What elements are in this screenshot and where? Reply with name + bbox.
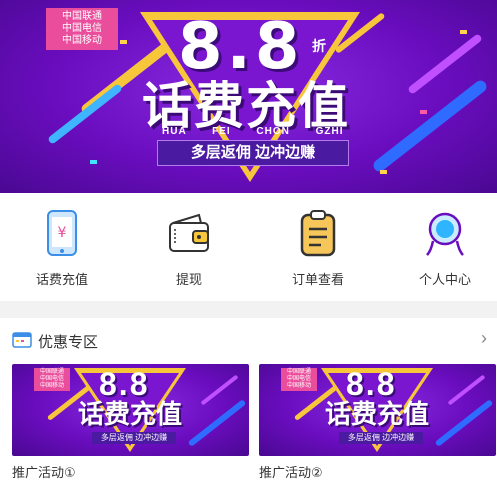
banner-slogan: 多层返佣 边冲边赚	[157, 140, 349, 166]
banner-headline: 话费充值	[78, 399, 183, 429]
decor-stripe	[447, 374, 486, 406]
carrier-badge: 中国联通 中国电信 中国移动	[46, 8, 118, 50]
wallet-icon	[165, 209, 213, 257]
quick-action-recharge[interactable]: ¥ 话费充值	[12, 209, 112, 288]
quick-action-label: 话费充值	[35, 272, 88, 287]
carrier-name: 中国移动	[286, 383, 311, 389]
carrier-name: 中国联通	[62, 11, 102, 22]
banner-pinyin: HUA FEI CHON GZHI	[162, 126, 344, 137]
phone-recharge-icon: ¥	[38, 209, 86, 257]
svg-text:¥: ¥	[58, 225, 67, 241]
carrier-name: 中国联通	[286, 369, 311, 375]
quick-action-withdraw[interactable]: 提现	[139, 209, 239, 288]
quick-actions: ¥ 话费充值 提现 订单查看 个人中心	[0, 193, 497, 301]
confetti	[380, 170, 387, 174]
carrier-badge: 中国联通 中国电信 中国移动	[281, 368, 317, 391]
calendar-icon	[12, 332, 32, 353]
carrier-name: 中国电信	[286, 376, 311, 382]
chevron-right-icon[interactable]: ›	[481, 328, 487, 349]
banner-headline: 话费充值	[325, 399, 430, 429]
carrier-name: 中国移动	[39, 383, 64, 389]
user-icon	[421, 209, 469, 257]
confetti	[120, 40, 127, 44]
promo-card-label[interactable]: 推广活动①	[12, 462, 76, 481]
decor-stripe	[47, 83, 123, 145]
decor-stripe	[434, 399, 494, 447]
quick-action-label: 提现	[175, 272, 202, 287]
promo-title: 优惠专区	[38, 334, 99, 351]
promo-section: 优惠专区 › 中国联通 中国电信 中国移动 8.8 话费充值 多层返佣 边冲边赚…	[0, 318, 497, 497]
clipboard-icon	[294, 209, 342, 257]
banner-slogan: 多层返佣 边冲边赚	[339, 432, 423, 444]
carrier-name: 中国电信	[62, 23, 102, 34]
carrier-name: 中国移动	[62, 35, 102, 46]
discount-unit: 折	[312, 38, 326, 54]
promo-card[interactable]: 中国联通 中国电信 中国移动 8.8 话费充值 多层返佣 边冲边赚	[12, 364, 249, 456]
promo-card[interactable]: 中国联通 中国电信 中国移动 8.8 话费充值 多层返佣 边冲边赚	[259, 364, 496, 456]
quick-action-profile[interactable]: 个人中心	[395, 209, 495, 288]
carrier-name: 中国联通	[39, 369, 64, 375]
confetti	[460, 30, 467, 34]
quick-action-label: 个人中心	[418, 272, 471, 287]
promo-card-label[interactable]: 推广活动②	[259, 462, 323, 481]
hero-banner[interactable]: 中国联通 中国电信 中国移动 8.8 折 话费充值 HUA FEI CHON G…	[0, 0, 497, 193]
decor-stripe	[187, 399, 247, 447]
confetti	[420, 110, 427, 114]
quick-action-label: 订单查看	[291, 272, 344, 287]
carrier-name: 中国电信	[39, 376, 64, 382]
banner-slogan: 多层返佣 边冲边赚	[92, 432, 176, 444]
confetti	[90, 160, 97, 164]
carrier-badge: 中国联通 中国电信 中国移动	[34, 368, 70, 391]
decor-stripe	[200, 374, 239, 406]
decor-stripe	[371, 78, 489, 174]
quick-action-orders[interactable]: 订单查看	[268, 209, 368, 288]
